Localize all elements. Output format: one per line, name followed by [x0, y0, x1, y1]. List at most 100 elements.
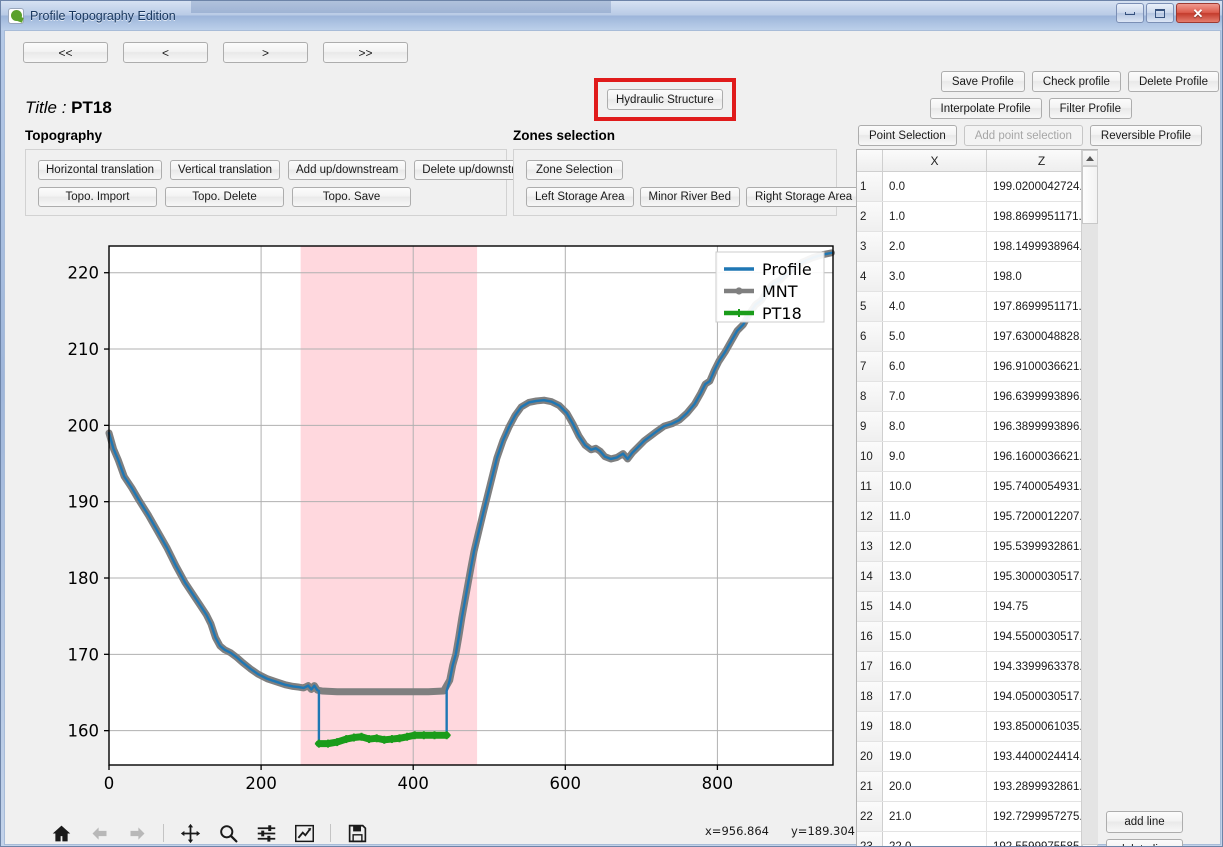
table-scrollbar[interactable] — [1081, 150, 1098, 846]
configure-subplots-icon[interactable] — [254, 821, 278, 845]
window-controls: ✕ — [1116, 3, 1220, 23]
vertical-translation-button[interactable]: Vertical translation — [170, 160, 280, 180]
table-row[interactable]: 15 14.0 194.75 — [857, 592, 1097, 622]
scrollbar-track[interactable] — [1081, 166, 1098, 844]
triangle-up-icon[interactable] — [1081, 150, 1098, 166]
table-row[interactable]: 10 9.0 196.1600036621... — [857, 442, 1097, 472]
save-floppy-icon[interactable] — [345, 821, 369, 845]
reversible-profile-button[interactable]: Reversible Profile — [1089, 125, 1203, 146]
table-cell-x[interactable]: 13.0 — [883, 562, 987, 591]
table-cell-x[interactable]: 20.0 — [883, 772, 987, 801]
table-row[interactable]: 12 11.0 195.7200012207... — [857, 502, 1097, 532]
table-cell-x[interactable]: 8.0 — [883, 412, 987, 441]
profile-actions-row-1: Save Profile Check profile Delete Profil… — [855, 71, 1222, 92]
nav-prev-button[interactable]: < — [123, 42, 208, 63]
save-profile-button[interactable]: Save Profile — [940, 71, 1025, 92]
table-cell-x[interactable]: 15.0 — [883, 622, 987, 651]
table-row[interactable]: 2 1.0 198.8699951171... — [857, 202, 1097, 232]
table-cell-x[interactable]: 12.0 — [883, 532, 987, 561]
table-row[interactable]: 23 22.0 192.5599975585... — [857, 832, 1097, 846]
topo-delete-button[interactable]: Topo. Delete — [165, 187, 284, 207]
y-tick-label: 190 — [68, 493, 100, 512]
table-cell-x[interactable]: 17.0 — [883, 682, 987, 711]
table-cell-x[interactable]: 21.0 — [883, 802, 987, 831]
table-row[interactable]: 16 15.0 194.5500030517... — [857, 622, 1097, 652]
y-tick-label: 180 — [68, 569, 100, 588]
maximize-button[interactable] — [1146, 3, 1174, 23]
minor-river-bed-button[interactable]: Minor River Bed — [639, 187, 740, 207]
zoom-magnifier-icon[interactable] — [216, 821, 240, 845]
hydraulic-structure-button[interactable]: Hydraulic Structure — [607, 89, 723, 110]
table-row[interactable]: 13 12.0 195.5399932861... — [857, 532, 1097, 562]
profile-title: Title : PT18 — [25, 98, 112, 118]
table-row[interactable]: 21 20.0 193.2899932861... — [857, 772, 1097, 802]
table-cell-x[interactable]: 19.0 — [883, 742, 987, 771]
table-row[interactable]: 5 4.0 197.8699951171... — [857, 292, 1097, 322]
table-cell-x[interactable]: 0.0 — [883, 172, 987, 201]
right-storage-area-button[interactable]: Right Storage Area — [745, 187, 862, 207]
legend-marker-mnt — [735, 287, 743, 295]
nav-first-button[interactable]: << — [23, 42, 108, 63]
table-cell-x[interactable]: 2.0 — [883, 232, 987, 261]
filter-profile-button[interactable]: Filter Profile — [1048, 98, 1132, 119]
table-cell-x[interactable]: 3.0 — [883, 262, 987, 291]
table-row[interactable]: 20 19.0 193.4400024414... — [857, 742, 1097, 772]
profile-title-label: Title : — [25, 98, 67, 117]
table-row[interactable]: 11 10.0 195.7400054931... — [857, 472, 1097, 502]
delete-line-button[interactable]: delete line — [1106, 839, 1183, 846]
table-row[interactable]: 1 0.0 199.0200042724... — [857, 172, 1097, 202]
table-row[interactable]: 7 6.0 196.9100036621... — [857, 352, 1097, 382]
add-up-downstream-button[interactable]: Add up/downstream — [288, 160, 407, 180]
topo-save-button[interactable]: Topo. Save — [292, 187, 411, 207]
table-cell-x[interactable]: 4.0 — [883, 292, 987, 321]
table-cell-x[interactable]: 9.0 — [883, 442, 987, 471]
table-cell-x[interactable]: 18.0 — [883, 712, 987, 741]
delete-profile-button[interactable]: Delete Profile — [1127, 71, 1219, 92]
horizontal-translation-button[interactable]: Horizontal translation — [38, 160, 163, 180]
table-row[interactable]: 3 2.0 198.1499938964... — [857, 232, 1097, 262]
table-row[interactable]: 6 5.0 197.6300048828... — [857, 322, 1097, 352]
left-storage-area-button[interactable]: Left Storage Area — [526, 187, 634, 207]
table-row[interactable]: 9 8.0 196.3899993896... — [857, 412, 1097, 442]
table-row[interactable]: 17 16.0 194.3399963378... — [857, 652, 1097, 682]
table-row[interactable]: 22 21.0 192.7299957275... — [857, 802, 1097, 832]
points-table[interactable]: X Z 1 0.0 199.0200042724... 2 1.0 198.8699951… — [856, 149, 1098, 846]
coord-y: y=189.304 — [791, 824, 855, 838]
scrollbar-thumb[interactable] — [1081, 166, 1098, 224]
minor-river-bed-zone — [300, 246, 478, 765]
table-row-index: 8 — [857, 382, 883, 411]
table-cell-x[interactable]: 11.0 — [883, 502, 987, 531]
table-row[interactable]: 4 3.0 198.0 — [857, 262, 1097, 292]
table-row[interactable]: 8 7.0 196.6399993896... — [857, 382, 1097, 412]
minimize-button[interactable] — [1116, 3, 1144, 23]
table-row[interactable]: 14 13.0 195.3000030517... — [857, 562, 1097, 592]
profile-plot[interactable]: 160 170 180 190 200 210 220 0 200 400 600 800 Profil… — [23, 226, 838, 826]
home-icon[interactable] — [49, 821, 73, 845]
zone-selection-button[interactable]: Zone Selection — [526, 160, 623, 180]
table-cell-x[interactable]: 16.0 — [883, 652, 987, 681]
table-row[interactable]: 19 18.0 193.8500061035... — [857, 712, 1097, 742]
table-row-index: 12 — [857, 502, 883, 531]
topo-import-button[interactable]: Topo. Import — [38, 187, 157, 207]
nav-last-button[interactable]: >> — [323, 42, 408, 63]
table-row[interactable]: 18 17.0 194.0500030517... — [857, 682, 1097, 712]
nav-next-button[interactable]: > — [223, 42, 308, 63]
plot-canvas[interactable]: 160 170 180 190 200 210 220 0 200 400 600 800 Profil… — [23, 226, 838, 826]
interpolate-profile-button[interactable]: Interpolate Profile — [929, 98, 1042, 119]
check-profile-button[interactable]: Check profile — [1031, 71, 1121, 92]
add-line-button[interactable]: add line — [1106, 811, 1183, 833]
table-cell-x[interactable]: 6.0 — [883, 352, 987, 381]
table-cell-x[interactable]: 22.0 — [883, 832, 987, 846]
edit-axis-curve-icon[interactable] — [292, 821, 316, 845]
table-header: X Z — [857, 150, 1097, 172]
close-button[interactable]: ✕ — [1176, 3, 1220, 23]
profile-actions: Save Profile Check profile Delete Profil… — [855, 71, 1222, 152]
pan-move-icon[interactable] — [178, 821, 202, 845]
table-cell-x[interactable]: 10.0 — [883, 472, 987, 501]
point-selection-button[interactable]: Point Selection — [858, 125, 957, 146]
table-cell-x[interactable]: 7.0 — [883, 382, 987, 411]
toolbar-separator-2 — [330, 824, 331, 842]
table-cell-x[interactable]: 14.0 — [883, 592, 987, 621]
table-cell-x[interactable]: 1.0 — [883, 202, 987, 231]
table-cell-x[interactable]: 5.0 — [883, 322, 987, 351]
